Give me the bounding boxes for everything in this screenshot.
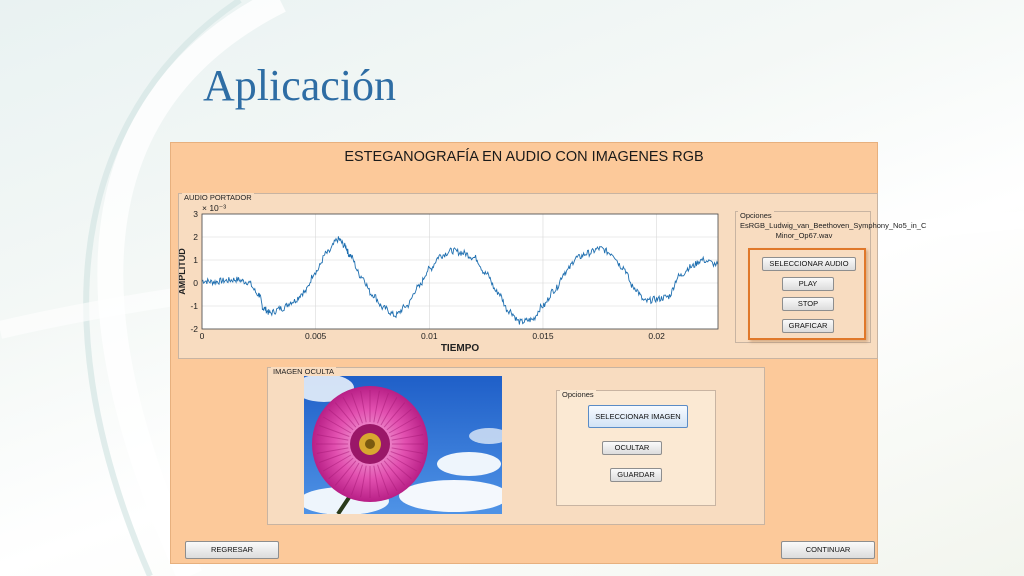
y-tick-label: 3 [193,209,198,219]
image-options-group: Opciones SELECCIONAR IMAGEN OCULTAR GUAR… [556,390,716,506]
app-window: ESTEGANOGRAFÍA EN AUDIO CON IMAGENES RGB… [170,142,927,564]
y-tick-label: 0 [193,278,198,288]
select-audio-button[interactable]: SELECCIONAR AUDIO [762,257,856,271]
y-axis-label: AMPLITUD [179,248,187,295]
x-tick-label: 0.02 [648,331,665,341]
hide-button[interactable]: OCULTAR [602,441,662,455]
plot-area [202,214,718,329]
y-tick-label: -1 [190,301,198,311]
x-axis-label: TIEMPO [441,343,480,354]
slide-title: Aplicación [203,61,397,110]
imagen-oculta-panel: IMAGEN OCULTA Opciones SELECCIONAR IMAGE… [267,367,765,525]
x-tick-label: 0.01 [421,331,438,341]
y-axis-exponent: × 10⁻³ [202,203,226,213]
back-button[interactable]: REGRESAR [185,541,279,559]
audio-portador-panel: AUDIO PORTADOR 0 0.005 0.01 0.015 0.02 -2 -1 0 1… [177,193,927,360]
image-options-label: Opciones [560,390,596,399]
graph-button[interactable]: GRAFICAR [782,319,834,333]
image-panel-label: IMAGEN OCULTA [271,367,336,376]
save-button[interactable]: GUARDAR [610,468,662,482]
play-button[interactable]: PLAY [782,277,834,291]
audio-file-name: EsRGB_Ludwig_van_Beethoven_Symphony_No5_… [740,221,927,240]
stop-button[interactable]: STOP [782,297,834,311]
audio-waveform-chart: 0 0.005 0.01 0.015 0.02 -2 -1 0 1 2 3 × 10⁻³ TIEMP… [177,198,729,360]
audio-options-label: Opciones [738,211,774,220]
y-tick-label: 1 [193,255,198,265]
select-image-button[interactable]: SELECCIONAR IMAGEN [588,405,688,428]
y-tick-label: 2 [193,232,198,242]
x-tick-label: 0.005 [305,331,327,341]
x-tick-label: 0.015 [532,331,554,341]
audio-options-group: Opciones EsRGB_Ludwig_van_Beethoven_Symp… [735,211,927,343]
continue-button[interactable]: CONTINUAR [781,541,875,559]
app-title: ESTEGANOGRAFÍA EN AUDIO CON IMAGENES RGB [344,149,704,165]
y-tick-label: -2 [190,324,198,334]
x-tick-label: 0 [200,331,205,341]
hidden-image-preview [304,376,502,514]
